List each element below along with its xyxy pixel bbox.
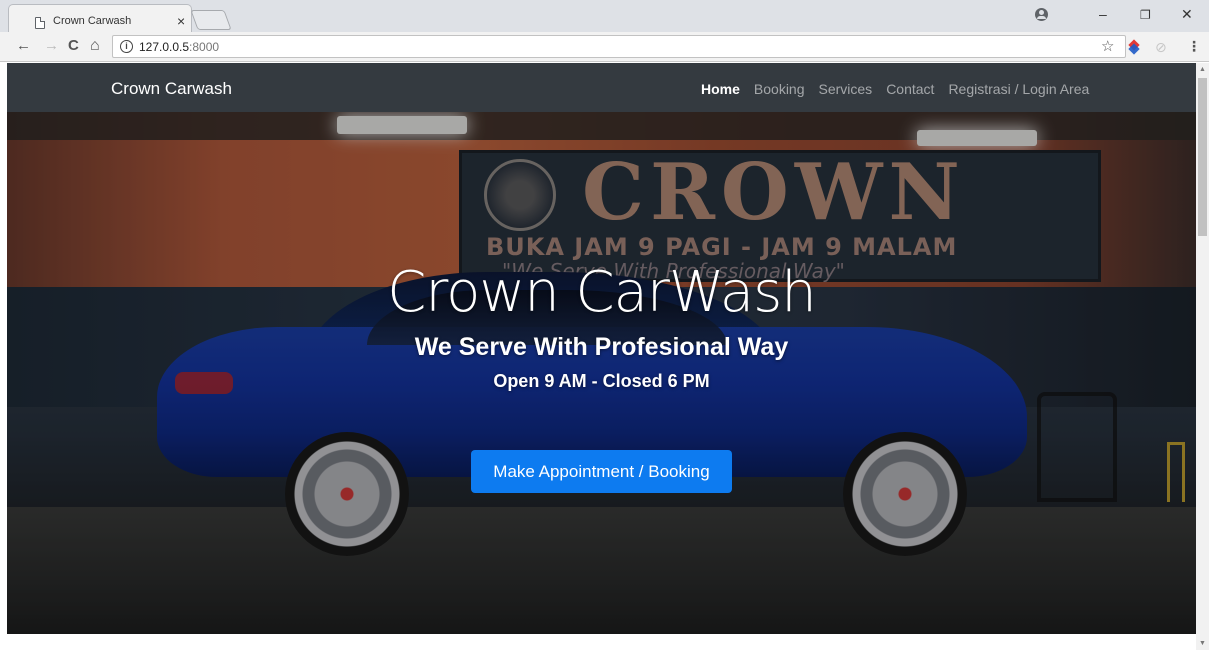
site-navbar: Crown Carwash Home Booking Services Cont… [7,63,1196,112]
nav-link-login[interactable]: Registrasi / Login Area [948,81,1089,97]
page-viewport: Crown Carwash Home Booking Services Cont… [7,63,1196,634]
url-host: 127.0.0.5 [139,40,190,54]
page-icon [35,17,45,29]
scroll-up-icon[interactable]: ▲ [1199,66,1206,73]
bookmark-star-icon[interactable]: ☆ [1101,37,1114,55]
navbar-brand[interactable]: Crown Carwash [111,79,232,99]
tab-close-icon[interactable]: × [177,13,185,29]
scroll-down-icon[interactable]: ▼ [1199,640,1206,647]
tab-title: Crown Carwash [53,15,132,27]
profile-icon[interactable] [1035,8,1048,21]
browser-toolbar: ← → C ⌂ i 127.0.0.5:8000 ☆ ⊘ ⋮ [0,32,1209,62]
info-icon[interactable]: i [120,40,133,53]
forward-icon[interactable]: → [44,38,59,54]
browser-tab-strip: Crown Carwash × – ❐ ✕ [0,0,1209,32]
browser-menu-icon[interactable]: ⋮ [1187,38,1201,55]
hero-hours: Open 9 AM - Closed 6 PM [493,371,710,391]
nav-link-contact[interactable]: Contact [886,81,934,97]
browser-tab[interactable]: Crown Carwash × [8,4,192,32]
scroll-thumb[interactable] [1198,78,1207,236]
hero-title: Crown CarWash [387,260,816,325]
make-appointment-button[interactable]: Make Appointment / Booking [471,450,732,493]
nav-link-services[interactable]: Services [819,81,873,97]
back-icon[interactable]: ← [16,38,31,54]
hero-section: CROWN BUKA JAM 9 PAGI - JAM 9 MALAM "We … [7,112,1196,634]
url-text[interactable]: 127.0.0.5:8000 [139,40,219,54]
extension-disabled-icon[interactable]: ⊘ [1155,39,1167,56]
reload-icon[interactable]: C [68,38,79,54]
extension-icon[interactable] [1128,39,1140,55]
hero-tagline: We Serve With Profesional Way [414,333,789,361]
address-bar[interactable]: i 127.0.0.5:8000 [112,35,1126,58]
home-icon[interactable]: ⌂ [90,38,100,54]
nav-links: Home Booking Services Contact Registrasi… [701,81,1089,97]
window-close-icon[interactable]: ✕ [1181,6,1193,23]
new-tab-button[interactable] [190,10,232,30]
minimize-icon[interactable]: – [1099,6,1107,22]
url-port: :8000 [189,40,220,54]
nav-link-booking[interactable]: Booking [754,81,805,97]
vertical-scrollbar[interactable]: ▲ ▼ [1196,63,1209,650]
nav-link-home[interactable]: Home [701,81,740,97]
restore-icon[interactable]: ❐ [1140,8,1151,22]
